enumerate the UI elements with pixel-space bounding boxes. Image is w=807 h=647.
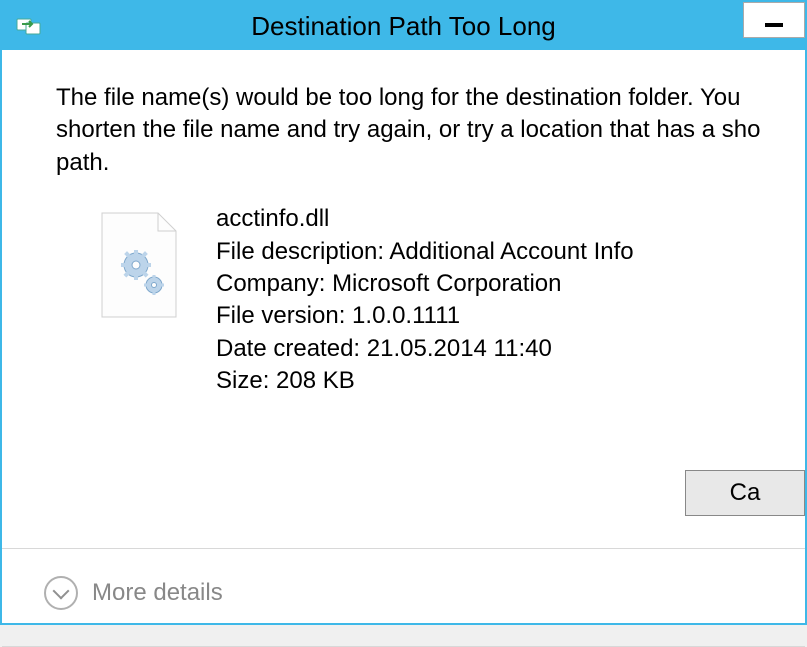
file-company-label: Company: <box>216 270 325 297</box>
file-details: acctinfo.dll File description: Additiona… <box>216 203 634 397</box>
file-company-row: Company: Microsoft Corporation <box>216 268 634 300</box>
more-details-toggle[interactable]: More details <box>44 576 223 610</box>
minimize-icon <box>765 23 783 27</box>
file-size-value: 208 KB <box>276 367 355 394</box>
file-size-row: Size: 208 KB <box>216 365 634 397</box>
file-size-label: Size: <box>216 367 269 394</box>
file-date-label: Date created: <box>216 335 360 362</box>
file-version-label: File version: <box>216 302 345 329</box>
copy-move-icon <box>16 15 44 37</box>
titlebar[interactable]: Destination Path Too Long <box>2 2 805 50</box>
file-description-label: File description: <box>216 238 384 265</box>
error-message: The file name(s) would be too long for t… <box>56 82 793 179</box>
file-name: acctinfo.dll <box>216 203 634 235</box>
file-version-row: File version: 1.0.0.1111 <box>216 300 634 332</box>
dialog-content: The file name(s) would be too long for t… <box>2 50 805 623</box>
dialog-window: Destination Path Too Long The file name(… <box>0 0 807 625</box>
button-row: Ca <box>685 470 805 516</box>
cancel-button[interactable]: Ca <box>685 470 805 516</box>
file-description-value: Additional Account Info <box>389 238 633 265</box>
more-details-label: More details <box>92 579 223 607</box>
file-version-value: 1.0.0.1111 <box>352 302 460 329</box>
chevron-down-icon <box>44 576 78 610</box>
file-company-value: Microsoft Corporation <box>332 270 561 297</box>
file-date-value: 21.05.2014 11:40 <box>367 335 552 362</box>
file-info-section: acctinfo.dll File description: Additiona… <box>96 203 793 397</box>
file-icon <box>96 211 192 326</box>
minimize-button[interactable] <box>743 2 805 38</box>
file-date-row: Date created: 21.05.2014 11:40 <box>216 333 634 365</box>
window-title: Destination Path Too Long <box>251 11 556 42</box>
file-description-row: File description: Additional Account Inf… <box>216 236 634 268</box>
separator <box>2 548 805 549</box>
